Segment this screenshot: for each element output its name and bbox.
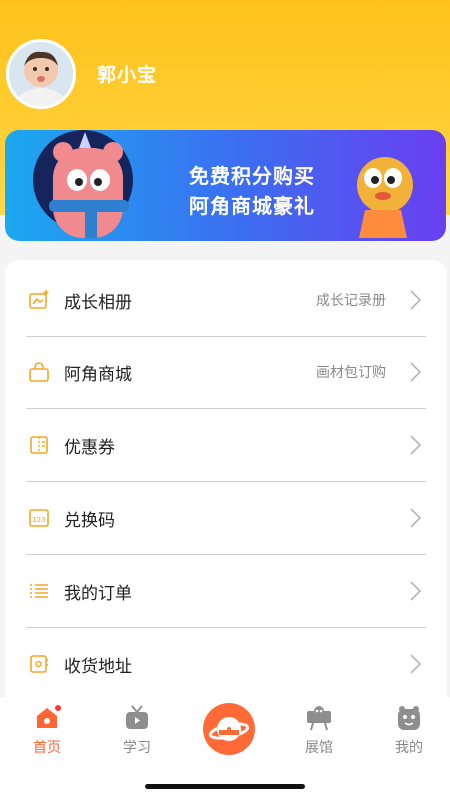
tv-icon <box>126 705 148 729</box>
shopping-bag-icon <box>29 362 49 382</box>
menu-item-shop[interactable]: 阿角商城 画材包订购 <box>26 336 426 409</box>
menu-item-label: 兑换码 <box>64 510 115 531</box>
menu-item-growth-album[interactable]: 成长相册 成长记录册 <box>26 264 426 337</box>
user-name[interactable]: 郭小宝 <box>97 60 157 87</box>
menu-item-subtitle: 画材包订购 <box>316 365 386 381</box>
planet-icon <box>208 717 250 741</box>
menu-card: 成长相册 成长记录册 阿角商城 画材包订购 优惠券 123 兑换码 我的订单 收… <box>5 260 447 720</box>
menu-item-label: 我的订单 <box>64 583 132 604</box>
redeem-code-icon: 123 <box>29 509 49 527</box>
gallery-icon <box>307 706 331 731</box>
chevron-right-icon <box>410 435 422 455</box>
photo-album-icon <box>29 290 49 309</box>
tab-home[interactable]: 首页 <box>12 697 82 757</box>
tab-label: 我的 <box>395 740 423 756</box>
home-icon <box>37 705 61 728</box>
tab-label: 展馆 <box>305 740 333 756</box>
tab-label: 学习 <box>123 740 151 756</box>
banner-headline-2: 阿角商城豪礼 <box>189 194 315 218</box>
chevron-right-icon <box>410 290 422 310</box>
home-indicator <box>145 784 305 789</box>
menu-item-label: 优惠券 <box>64 437 115 458</box>
menu-item-label: 收货地址 <box>64 656 132 677</box>
coupon-icon <box>30 436 48 454</box>
avatar[interactable] <box>6 39 76 109</box>
promo-banner[interactable]: 免费积分购买 阿角商城豪礼 <box>5 130 446 241</box>
tab-label: 首页 <box>33 740 61 756</box>
order-list-icon <box>30 584 48 598</box>
chevron-right-icon <box>410 654 422 674</box>
menu-item-subtitle: 成长记录册 <box>316 293 386 309</box>
chevron-right-icon <box>410 508 422 528</box>
menu-item-coupons[interactable]: 优惠券 <box>26 409 426 482</box>
menu-item-label: 成长相册 <box>64 292 132 313</box>
tab-gallery[interactable]: 展馆 <box>284 697 354 757</box>
menu-item-shipping-address[interactable]: 收货地址 <box>26 628 426 700</box>
profile-icon <box>398 706 420 730</box>
menu-item-label: 阿角商城 <box>64 364 132 385</box>
avatar-image <box>9 42 73 106</box>
center-action-button[interactable] <box>203 703 255 755</box>
menu-item-redeem-code[interactable]: 123 兑换码 <box>26 482 426 555</box>
address-book-icon <box>30 655 48 673</box>
svg-text:123: 123 <box>32 516 45 524</box>
tab-learn[interactable]: 学习 <box>102 697 172 757</box>
banner-headline-1: 免费积分购买 <box>189 164 315 188</box>
chevron-right-icon <box>410 362 422 382</box>
chevron-right-icon <box>410 581 422 601</box>
tab-me[interactable]: 我的 <box>374 697 444 757</box>
menu-item-my-orders[interactable]: 我的订单 <box>26 555 426 628</box>
